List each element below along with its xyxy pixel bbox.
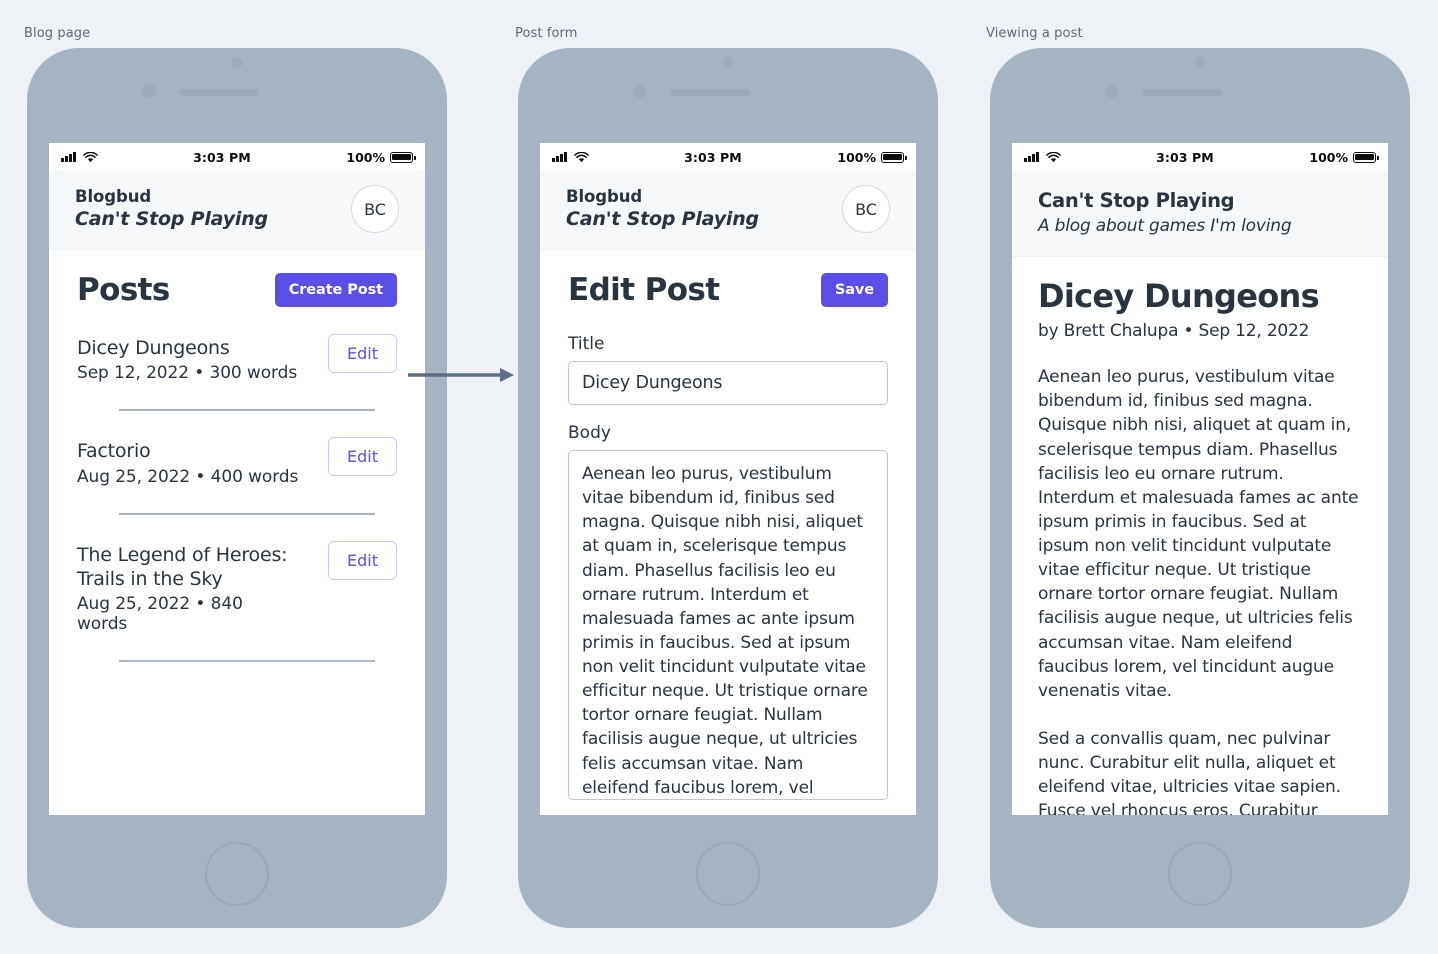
edit-post-button[interactable]: Edit xyxy=(328,437,397,477)
post-form-content: Edit Post Save Title Body Aenean leo pur… xyxy=(540,250,916,804)
proximity-sensor-icon xyxy=(1105,84,1119,98)
caption-viewing-post: Viewing a post xyxy=(986,26,1083,41)
battery-percent: 100% xyxy=(1309,149,1348,165)
post-title: Factorio xyxy=(77,440,151,463)
earpiece-speaker-icon xyxy=(179,89,259,96)
title-input[interactable] xyxy=(568,361,888,405)
post-list-item: Factorio Aug 25, 2022 • 400 words Edit xyxy=(77,437,397,487)
screen-post-view: 3:03 PM 100% Can't Stop Playing A blog a… xyxy=(1012,143,1388,815)
home-button[interactable] xyxy=(696,842,760,906)
status-bar: 3:03 PM 100% xyxy=(1012,143,1388,171)
battery-full-icon xyxy=(390,151,416,163)
caption-blog-page: Blog page xyxy=(24,26,91,41)
wireframe-canvas: Blog page Post form Viewing a post 3:03 … xyxy=(0,0,1438,954)
blog-brand: Blogbud xyxy=(566,187,643,207)
post-meta: Aug 25, 2022 • 400 words xyxy=(77,466,299,487)
edit-post-button[interactable]: Edit xyxy=(328,334,397,373)
form-header-row: Edit Post Save xyxy=(568,272,888,308)
title-field-label: Title xyxy=(568,334,605,354)
post-meta: Aug 25, 2022 • 840 words xyxy=(77,594,243,635)
reader-header: Can't Stop Playing A blog about games I'… xyxy=(1012,171,1388,257)
screen-post-form: 3:03 PM 100% Blogbud Can't Stop Playing … xyxy=(540,143,916,815)
status-bar: 3:03 PM 100% xyxy=(540,143,916,171)
post-title: Dicey Dungeons xyxy=(77,337,230,359)
reader-blog-title: Can't Stop Playing xyxy=(1038,189,1235,212)
save-button[interactable]: Save xyxy=(820,273,888,307)
page-title: Posts xyxy=(77,272,170,308)
battery-full-icon xyxy=(1353,151,1379,163)
cellular-bars-icon xyxy=(1024,152,1039,162)
phone-frame-post-form: 3:03 PM 100% Blogbud Can't Stop Playing … xyxy=(518,48,938,928)
earpiece-speaker-icon xyxy=(1142,89,1222,96)
posts-header-row: Posts Create Post xyxy=(77,272,397,308)
post-list-item: The Legend of Heroes: Trails in the Sky … xyxy=(77,540,397,635)
list-divider xyxy=(119,512,375,515)
proximity-sensor-icon xyxy=(633,84,647,98)
body-field-label: Body xyxy=(568,423,611,443)
avatar-initials: BC xyxy=(364,199,386,219)
status-bar: 3:03 PM 100% xyxy=(49,143,425,171)
blog-tagline: Can't Stop Playing xyxy=(75,208,268,231)
home-button[interactable] xyxy=(1168,842,1232,906)
phone-frame-post-view: 3:03 PM 100% Can't Stop Playing A blog a… xyxy=(990,48,1410,928)
blog-tagline: Can't Stop Playing xyxy=(566,208,759,231)
list-divider xyxy=(119,409,375,412)
reader-article: Dicey Dungeons by Brett Chalupa • Sep 12… xyxy=(1012,257,1388,815)
post-meta: Sep 12, 2022 • 300 words xyxy=(77,363,298,384)
earpiece-speaker-icon xyxy=(670,89,750,96)
proximity-sensor-icon xyxy=(142,84,156,98)
post-list-item: Dicey Dungeons Sep 12, 2022 • 300 words … xyxy=(77,334,397,383)
app-bar: Blogbud Can't Stop Playing BC xyxy=(49,171,425,250)
cellular-bars-icon xyxy=(552,152,567,162)
wifi-icon xyxy=(1045,151,1061,162)
article-title: Dicey Dungeons xyxy=(1038,277,1320,315)
post-title: The Legend of Heroes: Trails in the Sky xyxy=(77,543,288,590)
wifi-icon xyxy=(82,151,98,162)
list-divider xyxy=(119,660,375,663)
flow-arrow-icon xyxy=(408,368,514,382)
body-textarea[interactable]: Aenean leo purus, vestibulum vitae biben… xyxy=(568,450,888,800)
status-time: 3:03 PM xyxy=(193,149,251,165)
article-paragraph: Aenean leo purus, vestibulum vitae biben… xyxy=(1038,367,1359,701)
posts-list-content: Posts Create Post Dicey Dungeons Sep 12,… xyxy=(49,250,425,663)
body-field-group: Body Aenean leo purus, vestibulum vitae … xyxy=(568,423,888,804)
article-paragraph: Sed a convallis quam, nec pulvinar nunc.… xyxy=(1038,728,1341,815)
cellular-bars-icon xyxy=(61,152,76,162)
front-camera-icon xyxy=(1194,57,1206,68)
home-button[interactable] xyxy=(205,842,269,906)
wifi-icon xyxy=(573,151,589,162)
app-bar: Blogbud Can't Stop Playing BC xyxy=(540,171,916,250)
phone-frame-blog-page: 3:03 PM 100% Blogbud Can't Stop Playing … xyxy=(27,48,447,928)
front-camera-icon xyxy=(722,57,734,68)
blog-brand: Blogbud xyxy=(75,187,152,207)
article-byline: by Brett Chalupa • Sep 12, 2022 xyxy=(1038,321,1310,342)
page-title: Edit Post xyxy=(568,272,720,308)
avatar-initials: BC xyxy=(855,199,877,219)
status-time: 3:03 PM xyxy=(684,149,742,165)
screen-blog-page: 3:03 PM 100% Blogbud Can't Stop Playing … xyxy=(49,143,425,815)
reader-blog-subtitle: A blog about games I'm loving xyxy=(1038,216,1292,236)
create-post-button[interactable]: Create Post xyxy=(274,273,397,307)
title-field-group: Title xyxy=(568,334,888,405)
edit-post-button[interactable]: Edit xyxy=(328,540,397,580)
front-camera-icon xyxy=(231,57,243,68)
battery-percent: 100% xyxy=(346,149,385,165)
avatar[interactable]: BC xyxy=(842,185,890,233)
caption-post-form: Post form xyxy=(515,26,578,41)
battery-full-icon xyxy=(881,151,907,163)
avatar[interactable]: BC xyxy=(351,185,399,233)
status-time: 3:03 PM xyxy=(1156,149,1214,165)
battery-percent: 100% xyxy=(837,149,876,165)
